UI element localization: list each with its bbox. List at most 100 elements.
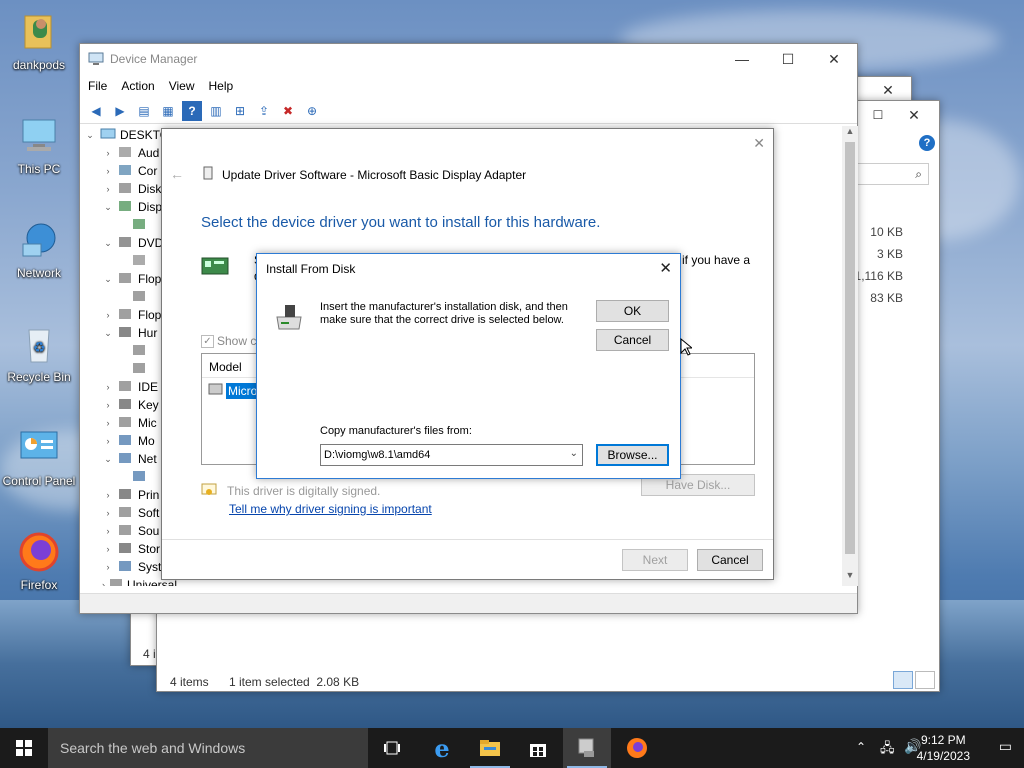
model-list-item[interactable]: Micro (208, 382, 260, 399)
show-hidden-icons-icon[interactable]: ⌃ (856, 740, 866, 754)
menu-file[interactable]: File (88, 79, 107, 93)
forward-icon[interactable]: ▶ (110, 101, 130, 121)
close-icon[interactable]: ✕ (659, 259, 672, 277)
desktop-icon-recycle-bin[interactable]: ♻ Recycle Bin (0, 322, 78, 384)
file-explorer-icon[interactable] (466, 728, 514, 768)
firefox-taskbar-icon[interactable] (613, 728, 661, 768)
properties-icon[interactable]: ▦ (158, 101, 178, 121)
scroll-thumb[interactable] (845, 142, 855, 554)
help-icon[interactable]: ? (919, 135, 935, 151)
menu-bar: File Action View Help (80, 74, 857, 98)
back-arrow-icon[interactable]: ← (170, 166, 184, 182)
desktop-icon-dankpods[interactable]: dankpods (0, 10, 78, 72)
chevron-right-icon[interactable]: › (102, 184, 114, 194)
tree-label: Sou (138, 524, 160, 538)
close-icon[interactable]: ✕ (753, 135, 765, 152)
toolbar: ◀ ▶ ▤ ▦ ? ▥ ⊞ ⇪ ✖ ⊕ (80, 98, 857, 124)
chevron-right-icon[interactable]: › (102, 382, 114, 392)
menu-view[interactable]: View (169, 79, 195, 93)
large-icons-view-icon[interactable] (915, 671, 935, 689)
chevron-down-icon[interactable]: ⌄ (102, 202, 114, 213)
store-icon[interactable] (514, 728, 562, 768)
chevron-right-icon[interactable]: › (102, 436, 114, 446)
desktop-icon-this-pc[interactable]: This PC (0, 114, 78, 176)
close-icon[interactable]: ✕ (811, 44, 857, 74)
desktop-icon-network[interactable]: Network (0, 218, 78, 280)
task-view-icon[interactable] (368, 728, 416, 768)
chevron-down-icon[interactable]: ⌄ (570, 448, 578, 459)
title-bar[interactable]: Device Manager — ☐ ✕ (80, 44, 857, 74)
wizard-description-3: if you have a (682, 253, 751, 267)
chevron-right-icon[interactable]: › (102, 562, 114, 572)
chevron-down-icon[interactable]: ⌄ (102, 274, 114, 285)
chevron-down-icon[interactable]: ⌄ (84, 130, 96, 141)
status-bar (80, 593, 857, 613)
windows-logo-icon (16, 740, 32, 756)
dialog-message: Insert the manufacturer's installation d… (320, 301, 568, 326)
checkbox-icon[interactable]: ✓ (201, 334, 214, 348)
scan-hardware-icon[interactable]: ⊞ (230, 101, 250, 121)
chevron-right-icon[interactable]: › (102, 580, 105, 586)
chevron-right-icon[interactable]: › (102, 400, 114, 410)
show-compatible-checkbox[interactable]: ✓ Show co (201, 334, 263, 348)
device-category-icon (118, 146, 134, 160)
chevron-right-icon[interactable]: › (102, 148, 114, 158)
help-icon[interactable]: ? (182, 100, 202, 121)
chevron-down-icon[interactable]: ⌄ (102, 328, 114, 339)
network-tray-icon[interactable]: 🖧 (880, 739, 895, 761)
source-path-combobox[interactable]: D:\viomg\w8.1\amd64 ⌄ (320, 444, 583, 466)
driver-signing-link[interactable]: Tell me why driver signing is important (229, 502, 432, 516)
device-category-icon (118, 398, 134, 412)
wizard-header: ← Update Driver Software - Microsoft Bas… (170, 166, 526, 183)
device-category-icon (118, 488, 134, 502)
start-button[interactable] (0, 728, 48, 768)
tree-label: Disp (138, 200, 163, 214)
browse-button[interactable]: Browse... (596, 444, 669, 466)
ok-button[interactable]: OK (596, 300, 669, 322)
chevron-right-icon[interactable]: › (102, 544, 114, 554)
scrollbar[interactable]: ▲ ▼ (842, 126, 858, 586)
device-category-icon (118, 506, 134, 520)
enable-device-icon[interactable]: ⊕ (302, 101, 322, 121)
tree-label: Flop (138, 308, 162, 322)
search-box[interactable]: ⌕ (857, 163, 929, 185)
device-category-icon (118, 380, 134, 394)
install-from-disk-dialog[interactable]: Install From Disk ✕ Insert the manufactu… (256, 253, 681, 479)
minimize-icon[interactable]: — (719, 44, 765, 74)
maximize-icon[interactable]: ☐ (765, 44, 811, 74)
chevron-down-icon[interactable]: ⌄ (102, 238, 114, 249)
svg-text:♻: ♻ (33, 339, 46, 355)
details-view-icon[interactable] (893, 671, 913, 689)
show-hide-tree-icon[interactable]: ▤ (134, 101, 154, 121)
source-path-value: D:\viomg\w8.1\amd64 (324, 449, 431, 461)
chevron-right-icon[interactable]: › (102, 508, 114, 518)
chevron-right-icon[interactable]: › (102, 418, 114, 428)
cancel-button[interactable]: Cancel (697, 549, 763, 571)
chevron-right-icon[interactable]: › (102, 310, 114, 320)
cancel-button[interactable]: Cancel (596, 329, 669, 351)
update-driver-icon[interactable]: ⇪ (254, 101, 274, 121)
disk-drive-icon (273, 303, 305, 334)
chevron-right-icon[interactable]: › (102, 526, 114, 536)
scroll-down-icon[interactable]: ▼ (842, 570, 858, 586)
chevron-down-icon[interactable]: ⌄ (102, 454, 114, 465)
menu-action[interactable]: Action (121, 79, 154, 93)
close-icon[interactable]: ✕ (899, 105, 929, 125)
device-manager-taskbar-icon[interactable] (563, 728, 611, 768)
scroll-up-icon[interactable]: ▲ (842, 126, 858, 142)
taskbar-search-box[interactable]: Search the web and Windows (48, 728, 368, 768)
back-icon[interactable]: ◀ (86, 101, 106, 121)
desktop-icon-firefox[interactable]: Firefox (0, 530, 78, 592)
device-manager-icon (88, 52, 104, 66)
uninstall-icon[interactable]: ✖ (278, 101, 298, 121)
menu-help[interactable]: Help (209, 79, 234, 93)
maximize-icon[interactable]: ☐ (863, 105, 893, 125)
clock[interactable]: 9:12 PM 4/19/2023 (917, 732, 970, 764)
action-center-icon[interactable]: ▭ (999, 738, 1012, 755)
next-button[interactable]: Next (622, 549, 688, 571)
action-pane-icon[interactable]: ▥ (206, 101, 226, 121)
edge-icon[interactable]: e (418, 728, 466, 768)
chevron-right-icon[interactable]: › (102, 166, 114, 176)
desktop-icon-control-panel[interactable]: Control Panel (0, 426, 78, 488)
chevron-right-icon[interactable]: › (102, 490, 114, 500)
